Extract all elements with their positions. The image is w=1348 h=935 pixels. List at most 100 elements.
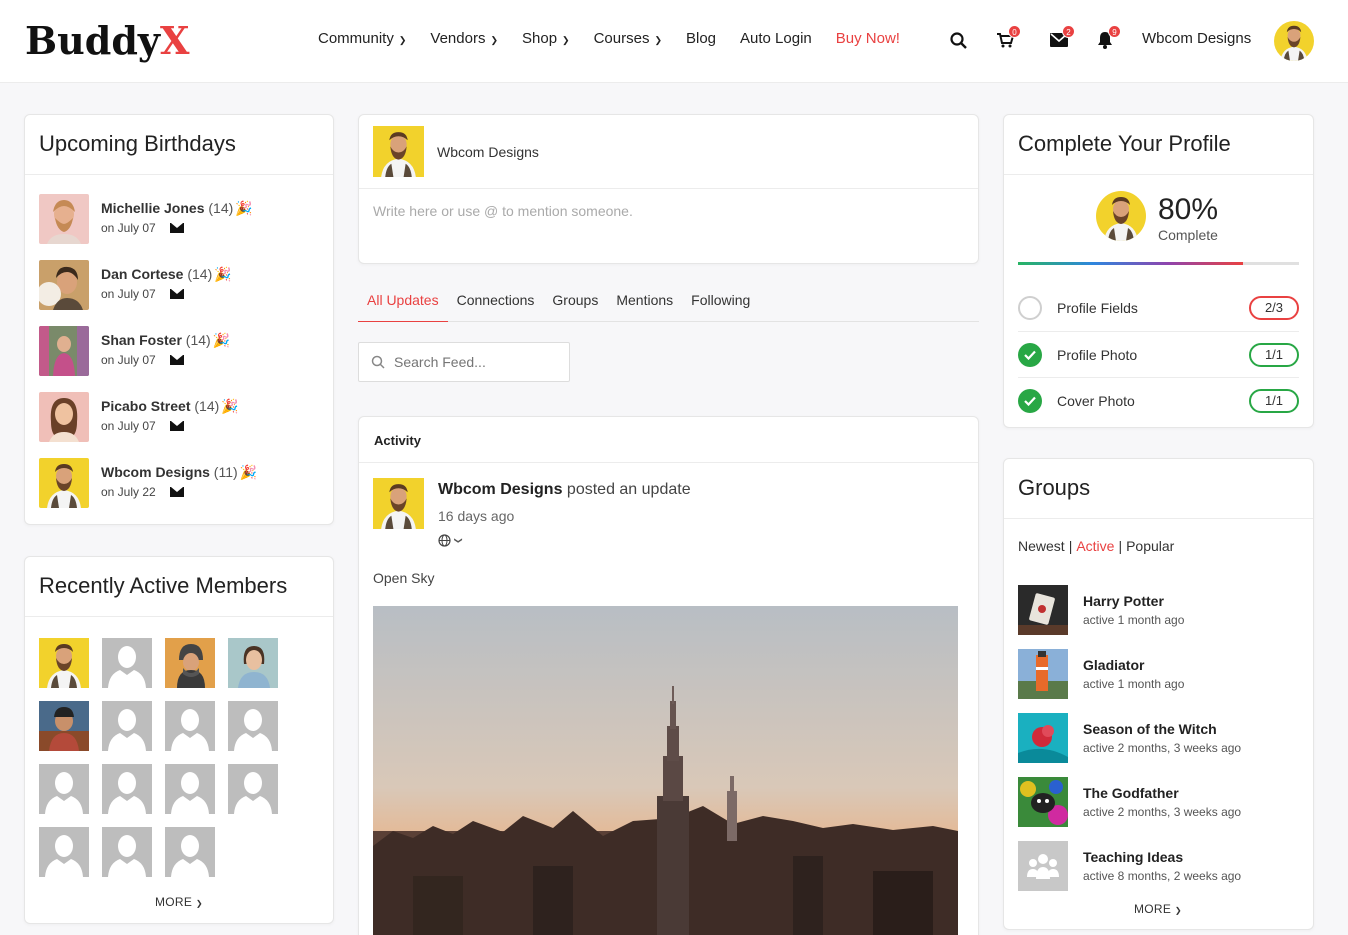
send-message-icon[interactable] [169, 421, 184, 431]
tab-mentions[interactable]: Mentions [607, 290, 682, 322]
profile-percent: 80% [1158, 193, 1219, 226]
check-circle-icon [1018, 388, 1042, 413]
group-avatar[interactable] [1018, 777, 1068, 827]
group-name[interactable]: Harry Potter [1083, 593, 1184, 609]
send-message-icon[interactable] [169, 223, 184, 233]
birthday-name[interactable]: Wbcom Designs [101, 464, 210, 480]
profile-step-row[interactable]: Profile Photo 1/1 [1018, 331, 1299, 377]
upcoming-birthdays-widget: Upcoming Birthdays Michellie Jones (14) 🎉… [24, 114, 334, 525]
avatar[interactable] [373, 478, 424, 529]
activity-tabs: All Updates Connections Groups Mentions … [358, 290, 979, 322]
nav-buy-now[interactable]: Buy Now! [836, 30, 900, 47]
group-avatar[interactable] [1018, 713, 1068, 763]
filter-popular[interactable]: Popular [1126, 538, 1174, 554]
party-popper-icon: 🎉 [235, 200, 253, 216]
birthday-item: Wbcom Designs (11) 🎉 on July 22 [39, 458, 257, 508]
activity-user-name[interactable]: Wbcom Designs [438, 481, 562, 498]
messages-icon[interactable]: 2 [1047, 25, 1075, 52]
member-avatar[interactable] [102, 827, 152, 877]
nav-community[interactable]: Community ❯ [318, 30, 406, 47]
member-avatar[interactable] [39, 701, 89, 751]
nav-auto-login[interactable]: Auto Login [740, 30, 812, 47]
incomplete-circle-icon [1018, 296, 1042, 320]
chevron-right-icon: ❯ [195, 899, 203, 908]
notifications-bell-icon[interactable]: 9 [1093, 25, 1121, 52]
member-avatar[interactable] [165, 701, 215, 751]
profile-progress-fill [1018, 262, 1243, 265]
tab-connections[interactable]: Connections [448, 290, 544, 322]
search-feed-input[interactable] [394, 354, 554, 370]
nav-vendors[interactable]: Vendors ❯ [430, 30, 498, 47]
member-avatar[interactable] [165, 827, 215, 877]
avatar[interactable] [373, 126, 424, 177]
avatar[interactable] [39, 326, 89, 376]
group-avatar[interactable] [1018, 841, 1068, 891]
tab-all-updates[interactable]: All Updates [358, 290, 448, 322]
group-name[interactable]: Teaching Ideas [1083, 849, 1241, 865]
tab-following[interactable]: Following [682, 290, 759, 322]
party-popper-icon: 🎉 [221, 398, 239, 414]
member-avatar[interactable] [39, 764, 89, 814]
activity-image[interactable] [373, 606, 958, 935]
site-header: BuddyX Community ❯ Vendors ❯ Shop ❯ Courses… [0, 0, 1348, 83]
birthday-name[interactable]: Shan Foster [101, 332, 182, 348]
group-avatar[interactable] [1018, 585, 1068, 635]
member-avatar[interactable] [228, 701, 278, 751]
header-user-name[interactable]: Wbcom Designs [1142, 30, 1251, 47]
send-message-icon[interactable] [169, 355, 184, 365]
post-textarea[interactable]: Write here or use @ to mention someone. [359, 189, 978, 263]
chevron-down-icon: ❯ [490, 34, 498, 45]
site-logo[interactable]: BuddyX [25, 18, 189, 64]
groups-widget: Groups Newest | Active | Popular Harry Potte… [1003, 458, 1314, 930]
main-nav: Community ❯ Vendors ❯ Shop ❯ Courses ❯ Blog … [318, 30, 924, 47]
post-form: Wbcom Designs Write here or use @ to men… [358, 114, 979, 264]
member-avatar[interactable] [102, 764, 152, 814]
members-more-link[interactable]: MORE ❯ [155, 895, 203, 909]
avatar[interactable] [39, 260, 89, 310]
group-avatar[interactable] [1018, 649, 1068, 699]
search-feed-box [358, 342, 570, 382]
messages-count-badge: 2 [1062, 25, 1075, 38]
profile-step-row[interactable]: Profile Fields 2/3 [1018, 285, 1299, 331]
activity-content: Open Sky [373, 570, 435, 586]
header-user-avatar[interactable] [1274, 21, 1314, 61]
profile-step-row[interactable]: Cover Photo 1/1 [1018, 377, 1299, 423]
activity-timestamp[interactable]: 16 days ago [438, 508, 514, 524]
birthday-item: Dan Cortese (14) 🎉 on July 07 [39, 260, 232, 310]
member-avatar[interactable] [102, 701, 152, 751]
birthday-name[interactable]: Dan Cortese [101, 266, 183, 282]
activity-heading: Activity [359, 417, 978, 463]
member-avatar[interactable] [228, 638, 278, 688]
group-item: The Godfather active 2 months, 3 weeks ag… [1018, 777, 1241, 827]
member-avatar[interactable] [102, 638, 152, 688]
birthday-name[interactable]: Michellie Jones [101, 200, 204, 216]
avatar[interactable] [39, 458, 89, 508]
send-message-icon[interactable] [169, 487, 184, 497]
nav-blog[interactable]: Blog [686, 30, 716, 47]
filter-active[interactable]: Active [1076, 538, 1114, 554]
filter-newest[interactable]: Newest [1018, 538, 1065, 554]
member-avatar[interactable] [228, 764, 278, 814]
nav-shop[interactable]: Shop ❯ [522, 30, 570, 47]
avatar[interactable] [39, 392, 89, 442]
member-avatar[interactable] [165, 638, 215, 688]
avatar[interactable] [39, 194, 89, 244]
chevron-down-icon: ❯ [398, 34, 407, 45]
cart-icon[interactable]: 0 [993, 25, 1021, 52]
groups-more-link[interactable]: MORE ❯ [1134, 902, 1182, 916]
member-avatar[interactable] [165, 764, 215, 814]
search-icon [371, 355, 385, 369]
nav-courses[interactable]: Courses ❯ [594, 30, 662, 47]
avatar [1096, 191, 1146, 241]
group-name[interactable]: Gladiator [1083, 657, 1184, 673]
party-popper-icon: 🎉 [239, 464, 258, 480]
member-avatar[interactable] [39, 638, 89, 688]
group-name[interactable]: The Godfather [1083, 785, 1241, 801]
privacy-dropdown[interactable]: ❯ [438, 534, 463, 547]
birthday-name[interactable]: Picabo Street [101, 398, 190, 414]
member-avatar[interactable] [39, 827, 89, 877]
search-icon[interactable] [946, 28, 970, 52]
group-name[interactable]: Season of the Witch [1083, 721, 1241, 737]
send-message-icon[interactable] [169, 289, 184, 299]
tab-groups[interactable]: Groups [543, 290, 607, 322]
